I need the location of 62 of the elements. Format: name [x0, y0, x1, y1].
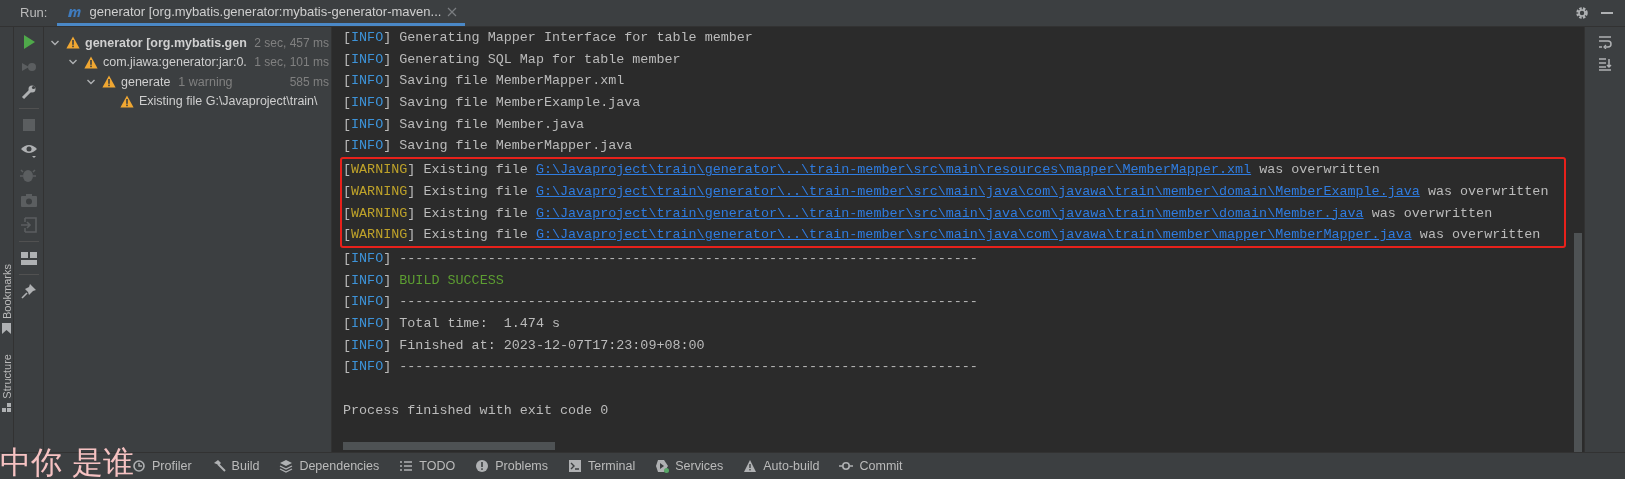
- tool-window-tab[interactable]: Dependencies: [299, 459, 380, 473]
- log-level: [INFO]: [343, 293, 392, 312]
- log-level: [INFO]: [343, 50, 392, 69]
- file-link[interactable]: G:\Javaproject\train\generator\..\train-member\src\main\resources\mapper\MemberMapper.xml: [535, 159, 1252, 181]
- tool-window-tab[interactable]: Commit: [859, 459, 903, 473]
- log-message: Saving file MemberExample.java: [399, 94, 641, 113]
- tool-window-tab[interactable]: Build: [231, 459, 260, 473]
- warning-count: 1 warning: [178, 74, 233, 89]
- log-level: [WARNING]: [343, 161, 416, 180]
- log-level: [INFO]: [343, 29, 392, 47]
- log-level: [INFO]: [343, 137, 392, 156]
- log-message: Total time: 1.474 s: [399, 314, 560, 333]
- log-level: [INFO]: [343, 94, 392, 113]
- log-message: Existing file: [423, 226, 528, 245]
- tree-item-label[interactable]: Existing file G:\Javaproject\train\: [139, 94, 318, 109]
- log-message: was overwritten: [1371, 204, 1493, 223]
- panel-title: Run:: [19, 4, 49, 22]
- log-level: [INFO]: [343, 249, 392, 268]
- tool-window-tab[interactable]: Services: [675, 459, 724, 473]
- tool-window-label[interactable]: Bookmarks: [0, 264, 13, 320]
- log-level: [WARNING]: [343, 204, 416, 223]
- log-message: BUILD SUCCESS: [399, 271, 504, 290]
- tool-window-tab[interactable]: TODO: [419, 459, 456, 473]
- file-link[interactable]: G:\Javaproject\train\generator\..\train-member\src\main\java\com\javawa\train\member\domain\Member.java: [535, 202, 1364, 225]
- log-message: was overwritten: [1259, 161, 1380, 180]
- log-message: Finished at: 2023-12-07T17:23:09+08:00: [399, 336, 705, 355]
- log-level: [INFO]: [343, 115, 392, 134]
- log-message: Existing file: [423, 182, 528, 201]
- tool-window-label[interactable]: Structure: [0, 354, 13, 399]
- log-message: was overwritten: [1427, 182, 1549, 201]
- log-message: Saving file MemberMapper.xml: [399, 72, 625, 91]
- log-level: [INFO]: [343, 314, 392, 333]
- log-level: [INFO]: [343, 336, 392, 355]
- duration: 2 sec, 457 ms: [253, 35, 330, 50]
- log-level: [INFO]: [343, 358, 392, 377]
- log-message: ------------------------------------------------------------------------: [399, 249, 978, 268]
- log-message: ------------------------------------------------------------------------: [399, 293, 978, 312]
- tool-window-tab[interactable]: Auto-build: [763, 459, 820, 473]
- tool-window-tab[interactable]: Problems: [495, 459, 548, 473]
- tool-window-tab[interactable]: Profiler: [152, 459, 192, 473]
- log-message: Saving file Member.java: [399, 115, 585, 134]
- file-link[interactable]: G:\Javaproject\train\generator\..\train-member\src\main\java\com\javawa\train\member\domain\MemberExample.java: [535, 180, 1420, 203]
- log-message: Existing file: [423, 204, 528, 223]
- overlay-text: 中你 是谁: [0, 445, 134, 479]
- log-message: Saving file MemberMapper.java: [399, 137, 633, 156]
- log-message: was overwritten: [1419, 226, 1541, 245]
- duration: 585 ms: [288, 74, 330, 89]
- log-level: [INFO]: [343, 271, 392, 290]
- duration: 1 sec, 101 ms: [253, 55, 330, 70]
- log-message: Generating SQL Map for table member: [399, 50, 681, 69]
- tool-window-tab[interactable]: Terminal: [588, 459, 636, 473]
- log-level: [WARNING]: [343, 226, 416, 245]
- console-line: Process finished with exit code 0: [343, 401, 609, 420]
- tree-item-label[interactable]: generate: [121, 74, 171, 89]
- log-message: Generating Mapper Interface for table member: [399, 29, 753, 47]
- tree-item-label[interactable]: generator [org.mybatis.gen: [85, 35, 247, 50]
- file-link[interactable]: G:\Javaproject\train\generator\..\train-member\src\main\java\com\javawa\train\member\mapper\MemberMapper.java: [535, 224, 1412, 246]
- log-level: [WARNING]: [343, 182, 416, 201]
- log-level: [INFO]: [343, 72, 392, 91]
- log-message: ------------------------------------------------------------------------: [399, 358, 978, 377]
- log-message: Existing file: [423, 161, 528, 180]
- tree-item-label[interactable]: com.jiawa:generator:jar:0.: [103, 55, 247, 70]
